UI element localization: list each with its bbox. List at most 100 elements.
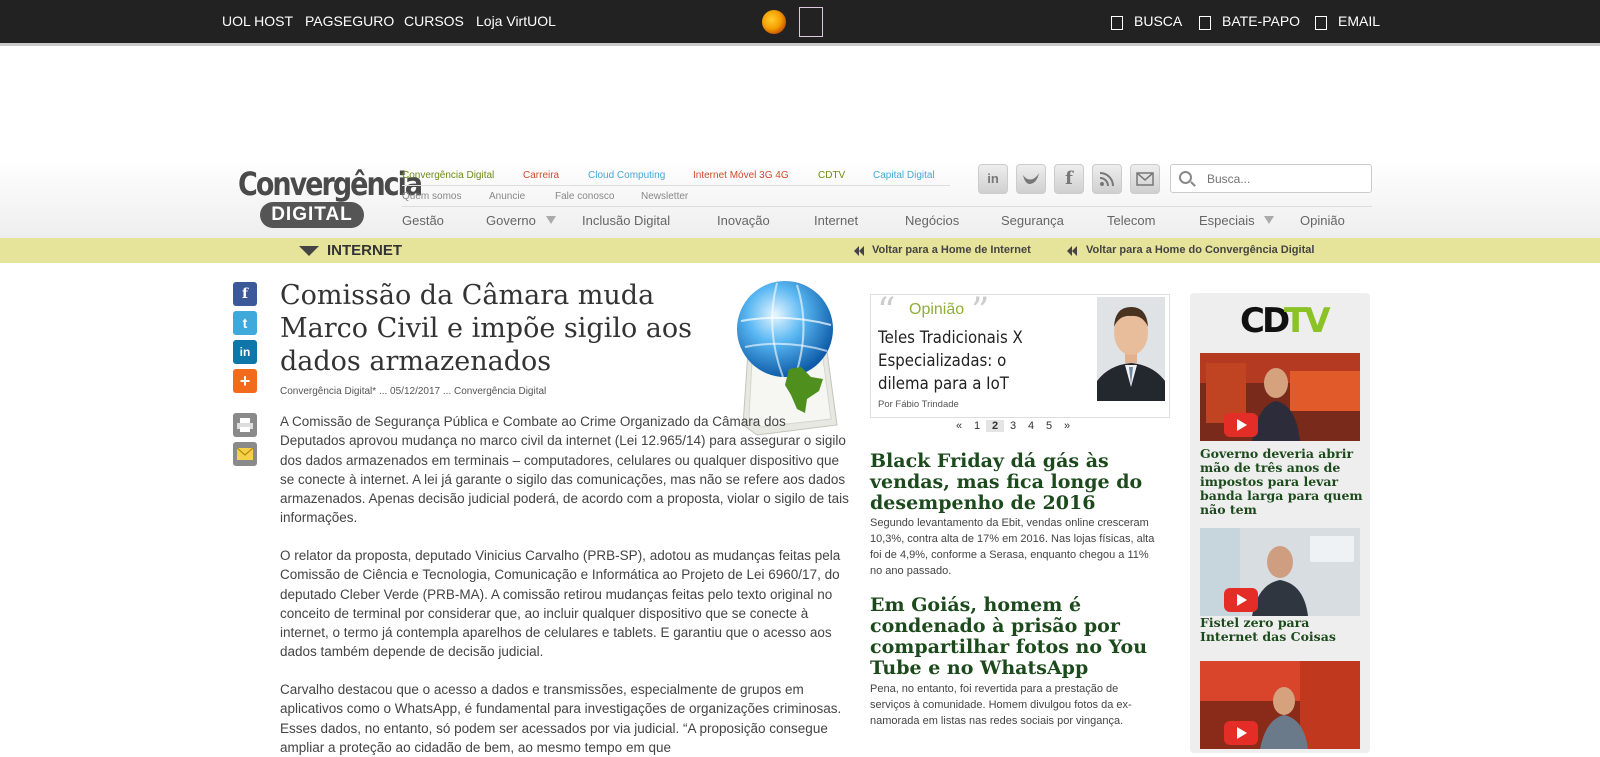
- article-paragraph: O relator da proposta, deputado Vinicius…: [280, 548, 841, 660]
- uol-top-bar: UOL HOST PAGSEGURO CURSOS Loja VirtUOL B…: [0, 0, 1600, 46]
- nav-internet[interactable]: Internet: [814, 213, 858, 228]
- article-meta: Convergência Digital* ... 05/12/2017 ...…: [280, 386, 547, 397]
- topbar-bate-papo-link[interactable]: BATE-PAPO: [1222, 13, 1300, 29]
- topbar-link-uol-host[interactable]: UOL HOST: [222, 13, 293, 29]
- rewind-icon: [1072, 246, 1077, 256]
- nav-governo[interactable]: Governo: [486, 213, 536, 228]
- pager-next[interactable]: »: [1058, 420, 1076, 432]
- link-quem-somos[interactable]: Quem somos: [402, 191, 461, 202]
- section-link-cdtv[interactable]: CDTV: [818, 170, 845, 181]
- rss-shape: [1099, 172, 1114, 187]
- nav-divider: [402, 206, 1372, 207]
- cdtv-logo[interactable]: CD TV: [1240, 301, 1330, 341]
- play-icon[interactable]: [1224, 413, 1258, 437]
- cdtv-logo-cd: CD: [1240, 301, 1290, 341]
- nav-inovacao[interactable]: Inovação: [717, 213, 770, 228]
- quote-open-icon: “: [877, 291, 896, 332]
- rewind-icon: [859, 246, 864, 256]
- twitter-icon[interactable]: [1016, 164, 1046, 194]
- nav-gestao[interactable]: Gestão: [402, 213, 444, 228]
- cdtv-logo-tv: TV: [1284, 301, 1330, 341]
- site-logo[interactable]: Convergência DIGITAL: [238, 166, 423, 230]
- article-title: Comissão da Câmara muda Marco Civil e im…: [280, 280, 693, 377]
- logo-line-2: DIGITAL: [260, 202, 364, 228]
- news-summary: Pena, no entanto, foi revertida para a p…: [870, 683, 1132, 727]
- news-headline[interactable]: Em Goiás, homem é condenado à prisão por…: [870, 595, 1175, 679]
- chat-icon[interactable]: [1199, 16, 1211, 30]
- opinion-box[interactable]: “ Opinião ” Teles Tradicionais X Especia…: [870, 291, 1170, 418]
- magnifier-icon: [1179, 171, 1192, 184]
- video-thumbnail[interactable]: [1200, 528, 1360, 616]
- play-icon[interactable]: [1224, 588, 1258, 612]
- twitter-icon[interactable]: t: [233, 311, 257, 335]
- pager-page-3[interactable]: 3: [1004, 420, 1022, 432]
- mail-icon[interactable]: [1130, 164, 1160, 194]
- news-summary: Segundo levantamento da Ebit, vendas onl…: [870, 517, 1155, 577]
- search-input[interactable]: [1205, 169, 1369, 189]
- opinion-title[interactable]: Teles Tradicionais X Especializadas: o d…: [878, 327, 1054, 396]
- nav-seguranca[interactable]: Segurança: [1001, 213, 1064, 228]
- back-to-home-link[interactable]: Voltar para a Home do Convergência Digit…: [1086, 244, 1314, 256]
- section-link-carreira[interactable]: Carreira: [523, 170, 559, 181]
- opinion-pager: «1 2 3 4 5»: [950, 420, 1076, 432]
- back-to-section-link[interactable]: Voltar para a Home de Internet: [872, 244, 1031, 256]
- linkedin-icon[interactable]: in: [978, 164, 1008, 194]
- envelope-shape: [236, 447, 254, 460]
- mail-shape: [1136, 172, 1154, 186]
- pager-prev[interactable]: «: [950, 420, 968, 432]
- uol-menu-icon[interactable]: [799, 7, 823, 37]
- video-caption[interactable]: Governo deveria abrir mão de três anos d…: [1200, 447, 1365, 517]
- email-icon[interactable]: [1315, 16, 1327, 30]
- article-paragraph: A Comissão de Segurança Pública e Combat…: [280, 414, 849, 526]
- author-photo: [1097, 297, 1165, 401]
- video-caption[interactable]: Fistel zero para Internet das Coisas: [1200, 616, 1365, 644]
- link-fale-conosco[interactable]: Fale conosco: [555, 191, 614, 202]
- facebook-icon[interactable]: f: [1054, 164, 1084, 194]
- nav-opiniao[interactable]: Opinião: [1300, 213, 1345, 228]
- twitter-bird-shape: [1023, 173, 1039, 184]
- uol-logo-icon[interactable]: [762, 10, 786, 34]
- section-divider: [402, 185, 950, 186]
- article-paragraph: Carvalho destacou que o acesso a dados e…: [280, 682, 842, 755]
- section-link-convergencia-digital[interactable]: Convergência Digital: [402, 170, 494, 181]
- printer-shape: [237, 418, 253, 432]
- video-thumbnail[interactable]: [1200, 661, 1360, 749]
- topbar-link-cursos[interactable]: CURSOS: [404, 13, 464, 29]
- search-box[interactable]: [1170, 164, 1372, 193]
- rss-icon[interactable]: [1092, 164, 1122, 194]
- nav-telecom[interactable]: Telecom: [1107, 213, 1155, 228]
- nav-inclusao-digital[interactable]: Inclusão Digital: [582, 213, 670, 228]
- chevron-down-icon[interactable]: [1264, 216, 1274, 224]
- pager-page-2-current[interactable]: 2: [986, 420, 1004, 432]
- opinion-label: Opinião: [909, 301, 965, 318]
- print-icon[interactable]: [233, 413, 257, 437]
- cdtv-sidebar: CD TV Governo deveria abrir mão de três …: [1190, 293, 1370, 753]
- email-icon[interactable]: [233, 442, 257, 466]
- video-thumbnail[interactable]: [1200, 353, 1360, 441]
- link-anuncie[interactable]: Anuncie: [489, 191, 525, 202]
- topbar-busca-link[interactable]: BUSCA: [1134, 13, 1182, 29]
- pager-page-5[interactable]: 5: [1040, 420, 1058, 432]
- facebook-icon[interactable]: f: [233, 282, 257, 306]
- section-link-cloud-computing[interactable]: Cloud Computing: [588, 170, 665, 181]
- topbar-link-loja-virtuol[interactable]: Loja VirtUOL: [476, 13, 556, 29]
- news-headline[interactable]: Black Friday dá gás às vendas, mas fica …: [870, 451, 1175, 514]
- play-icon[interactable]: [1224, 721, 1258, 745]
- pager-page-4[interactable]: 4: [1022, 420, 1040, 432]
- link-newsletter[interactable]: Newsletter: [641, 191, 688, 202]
- section-bar: INTERNET Voltar para a Home de Internet …: [0, 238, 1600, 263]
- nav-especiais[interactable]: Especiais: [1199, 213, 1255, 228]
- section-link-internet-movel[interactable]: Internet Móvel 3G 4G: [693, 170, 789, 181]
- section-title: INTERNET: [327, 242, 402, 259]
- section-link-capital-digital[interactable]: Capital Digital: [873, 170, 935, 181]
- linkedin-icon[interactable]: in: [233, 340, 257, 364]
- search-icon[interactable]: [1111, 16, 1123, 30]
- author-portrait: [1097, 297, 1165, 401]
- add-icon[interactable]: +: [233, 369, 257, 393]
- chevron-down-icon[interactable]: [546, 216, 556, 224]
- pager-page-1[interactable]: 1: [968, 420, 986, 432]
- nav-negocios[interactable]: Negócios: [905, 213, 959, 228]
- triangle-down-icon: [299, 246, 319, 256]
- topbar-email-link[interactable]: EMAIL: [1338, 13, 1380, 29]
- topbar-link-pagseguro[interactable]: PAGSEGURO: [305, 13, 394, 29]
